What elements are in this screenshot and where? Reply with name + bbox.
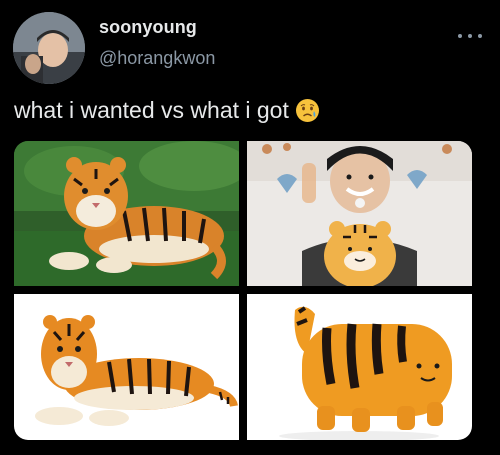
photo-man-with-tiger-plush[interactable]: [247, 141, 472, 286]
more-dot-icon: [468, 34, 472, 38]
photo-orange-striped-plush[interactable]: [247, 294, 472, 440]
tweet-text-line: what i wanted vs what i got: [14, 97, 320, 124]
user-handle[interactable]: @horangkwon: [99, 48, 215, 69]
tweet: soonyoung @horangkwon what i wanted vs w…: [0, 0, 500, 455]
sad-relieved-face-icon: [295, 98, 320, 123]
more-dot-icon: [458, 34, 462, 38]
avatar[interactable]: [13, 12, 85, 84]
display-name[interactable]: soonyoung: [99, 17, 197, 38]
media-grid: [14, 141, 472, 440]
more-dot-icon: [478, 34, 482, 38]
tweet-text: what i wanted vs what i got: [14, 97, 289, 123]
photo-tiger-plush-toy[interactable]: [14, 294, 239, 440]
more-options-button[interactable]: [458, 30, 482, 42]
photo-realistic-tiger[interactable]: [14, 141, 239, 286]
